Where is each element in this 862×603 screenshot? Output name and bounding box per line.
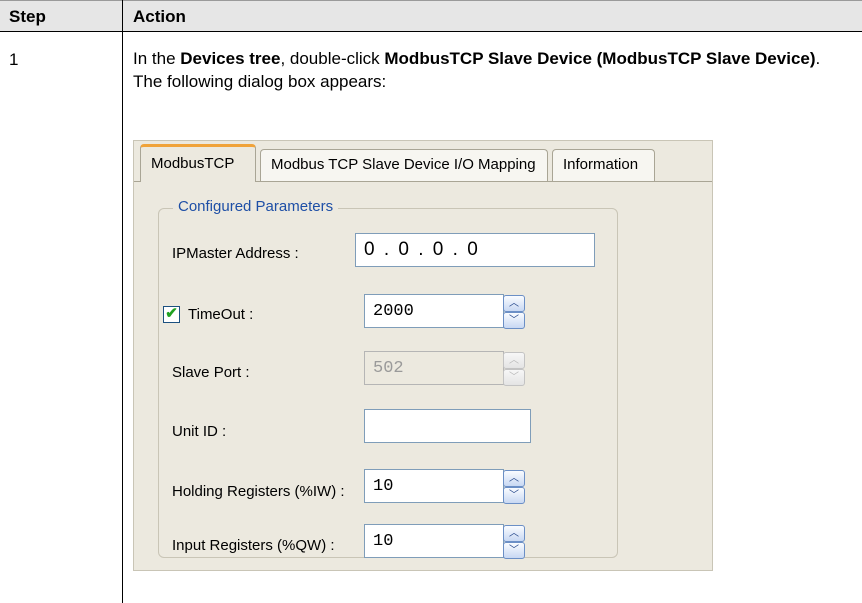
tab-modbustcp[interactable]: ModbusTCP: [140, 144, 256, 182]
holding-registers-value: 10: [373, 476, 394, 496]
holding-registers-spinner: ︿ ﹀: [503, 470, 525, 504]
timeout-value: 2000: [373, 301, 414, 321]
ip-master-label: IPMaster Address :: [172, 245, 299, 262]
chevron-up-icon[interactable]: ︿: [503, 525, 525, 542]
chevron-up-icon[interactable]: ︿: [503, 470, 525, 487]
slave-port-spinner: ︿ ﹀: [503, 352, 525, 386]
check-icon: ✔: [165, 305, 178, 322]
holding-registers-label: Holding Registers (%IW) :: [172, 483, 345, 500]
timeout-input[interactable]: 2000: [364, 294, 504, 328]
input-registers-label: Input Registers (%QW) :: [172, 537, 335, 554]
action-description: In the Devices tree, double-click Modbus…: [133, 47, 853, 93]
timeout-label: TimeOut :: [188, 306, 254, 323]
holding-registers-input[interactable]: 10: [364, 469, 504, 503]
header-step: Step: [9, 7, 46, 26]
ip-master-input[interactable]: 0 . 0 . 0 . 0: [355, 233, 595, 267]
unit-id-label: Unit ID :: [172, 423, 227, 440]
tab-information[interactable]: Information: [552, 149, 655, 181]
chevron-up-icon: ︿: [503, 352, 525, 369]
configured-parameters-group: Configured Parameters IPMaster Address :…: [158, 198, 618, 559]
timeout-spinner: ︿ ﹀: [503, 295, 525, 329]
header-action: Action: [133, 7, 186, 26]
input-registers-input[interactable]: 10: [364, 524, 504, 558]
chevron-down-icon[interactable]: ﹀: [503, 312, 525, 329]
modbus-config-dialog: ModbusTCP Modbus TCP Slave Device I/O Ma…: [133, 140, 713, 571]
ip-master-value: 0 . 0 . 0 . 0: [364, 239, 480, 260]
table-header-row: Step Action: [0, 0, 862, 32]
devices-tree-term: Devices tree: [180, 49, 281, 68]
chevron-down-icon[interactable]: ﹀: [503, 542, 525, 559]
tab-bar: ModbusTCP Modbus TCP Slave Device I/O Ma…: [134, 141, 712, 182]
unit-id-input[interactable]: [364, 409, 531, 443]
timeout-checkbox[interactable]: ✔: [163, 306, 180, 323]
slave-port-input: 502: [364, 351, 504, 385]
column-divider: [122, 0, 123, 603]
action-intro-suffix: .: [815, 49, 821, 68]
step-number: 1: [9, 50, 19, 69]
tab-label: Modbus TCP Slave Device I/O Mapping: [271, 156, 536, 173]
dialog-sentence: The following dialog box appears:: [133, 72, 387, 91]
step-action-table: Step Action 1 In the Devices tree, doubl…: [0, 0, 862, 603]
input-registers-spinner: ︿ ﹀: [503, 525, 525, 559]
chevron-up-icon[interactable]: ︿: [503, 295, 525, 312]
action-intro-middle: , double-click: [280, 49, 385, 68]
tab-label: Information: [563, 156, 639, 173]
group-title: Configured Parameters: [173, 198, 339, 215]
chevron-down-icon[interactable]: ﹀: [503, 487, 525, 504]
tab-io-mapping[interactable]: Modbus TCP Slave Device I/O Mapping: [260, 149, 548, 181]
chevron-down-icon: ﹀: [503, 369, 525, 386]
slave-port-label: Slave Port :: [172, 364, 250, 381]
slave-port-value: 502: [373, 358, 404, 378]
tab-label: ModbusTCP: [151, 155, 235, 172]
action-intro-prefix: In the: [133, 49, 181, 68]
device-name-term: ModbusTCP Slave Device (ModbusTCP Slave …: [384, 49, 816, 68]
input-registers-value: 10: [373, 531, 394, 551]
